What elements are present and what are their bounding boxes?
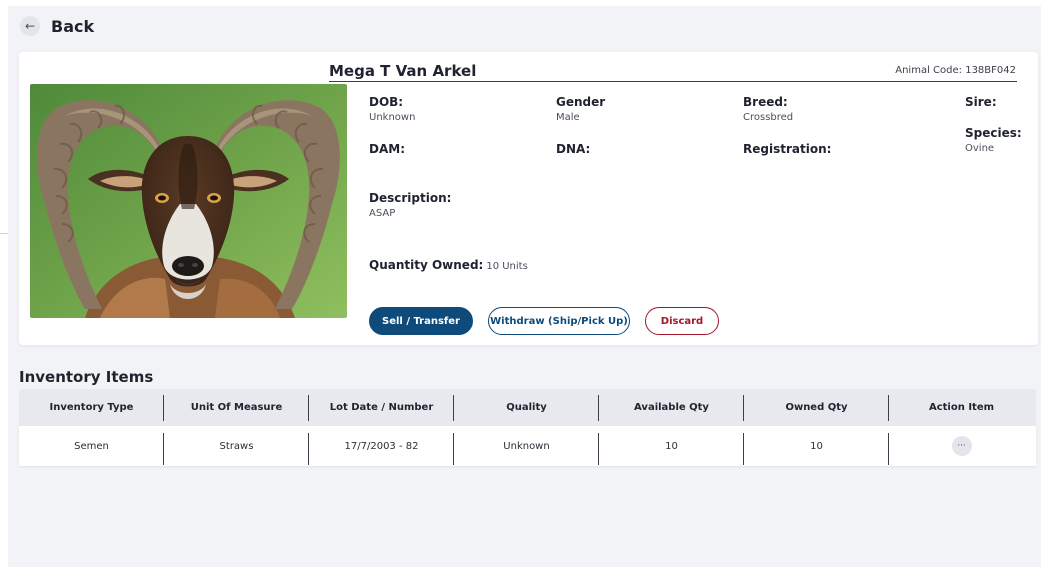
animal-photo <box>30 84 347 318</box>
column-header: Owned Qty <box>744 395 889 421</box>
description-value: ASAP <box>369 208 396 219</box>
gender-value: Male <box>556 112 580 123</box>
table-row: Semen Straws 17/7/2003 - 82 Unknown 10 1… <box>19 426 1036 466</box>
column-header: Available Qty <box>599 395 744 421</box>
quantity-value: 10 Units <box>486 261 528 272</box>
column-header: Quality <box>454 395 599 421</box>
dna-label: DNA: <box>556 142 591 156</box>
animal-code: Animal Code: 138BF042 <box>895 65 1016 76</box>
sire-label: Sire: <box>965 95 997 109</box>
column-header: Lot Date / Number <box>309 395 454 421</box>
ellipsis-icon[interactable]: ··· <box>951 436 972 456</box>
withdraw-button[interactable]: Withdraw (Ship/Pick Up) <box>488 307 630 335</box>
breed-value: Crossbred <box>743 112 794 123</box>
animal-code-label: Animal Code: <box>895 65 963 76</box>
inventory-table: Inventory Type Unit Of Measure Lot Date … <box>19 389 1036 466</box>
name-underline <box>329 81 1017 82</box>
discard-button[interactable]: Discard <box>645 307 719 335</box>
description-label: Description: <box>369 191 452 205</box>
quantity-owned: Quantity Owned: 10 Units <box>369 258 528 272</box>
dob-value: Unknown <box>369 112 416 123</box>
table-cell: Unknown <box>454 432 599 465</box>
back-button[interactable]: ← Back <box>20 16 94 36</box>
table-cell: 17/7/2003 - 82 <box>309 432 454 465</box>
dam-label: DAM: <box>369 142 405 156</box>
column-header: Unit Of Measure <box>164 395 309 421</box>
breed-label: Breed: <box>743 95 788 109</box>
column-header: Inventory Type <box>19 395 164 421</box>
table-cell: Straws <box>164 432 309 465</box>
table-cell: 10 <box>599 432 744 465</box>
animal-name: Mega T Van Arkel <box>329 62 477 80</box>
registration-label: Registration: <box>743 142 832 156</box>
table-cell: Semen <box>19 432 164 465</box>
divider <box>0 233 8 234</box>
animal-card: Mega T Van Arkel Animal Code: 138BF042 D… <box>19 52 1038 345</box>
gender-label: Gender <box>556 95 606 109</box>
back-label: Back <box>51 16 95 36</box>
table-header: Inventory Type Unit Of Measure Lot Date … <box>19 389 1036 426</box>
species-label: Species: <box>965 126 1022 140</box>
table-cell: 10 <box>744 432 889 465</box>
species-value: Ovine <box>965 143 995 154</box>
dob-label: DOB: <box>369 95 404 109</box>
quantity-label: Quantity Owned: <box>369 258 484 272</box>
action-cell: ··· <box>889 436 1034 456</box>
sell-transfer-button[interactable]: Sell / Transfer <box>369 307 473 335</box>
animal-code-value: 138BF042 <box>965 65 1016 76</box>
inventory-title: Inventory Items <box>19 368 154 386</box>
arrow-left-icon: ← <box>20 16 40 36</box>
column-header: Action Item <box>928 402 995 413</box>
